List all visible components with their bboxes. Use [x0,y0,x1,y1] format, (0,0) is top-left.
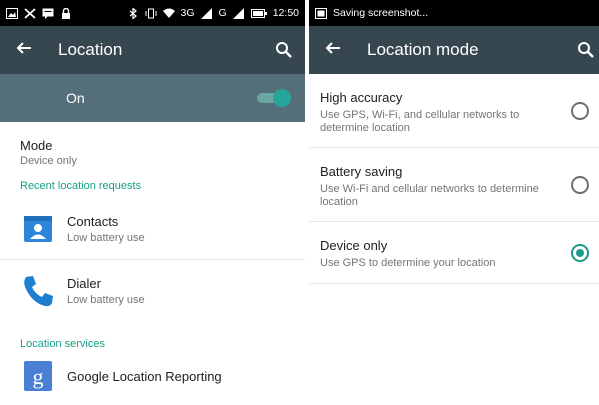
back-button[interactable] [309,40,357,61]
status-notifications: Saving screenshot... [315,7,428,19]
network-type-label-secondary: G [218,7,227,19]
option-device-only[interactable]: Device only Use GPS to determine your lo… [309,222,599,284]
status-system: 3G G 12:50 [127,7,299,19]
gallery-icon [6,7,18,19]
svg-text:g: g [33,364,44,389]
battery-usage: Low battery use [67,294,145,306]
screenshot-icon [315,7,327,19]
signal-icon [200,7,212,19]
bluetooth-icon [129,7,137,19]
vibrate-icon [145,8,157,18]
status-notifications [6,7,72,19]
radio-button[interactable] [571,102,589,120]
search-icon[interactable] [577,41,595,59]
option-description: Use GPS, Wi-Fi, and cellular networks to… [320,109,520,134]
status-bar: Saving screenshot... [309,0,599,26]
status-time: 12:50 [272,7,299,19]
mode-setting[interactable]: Mode Device only [0,122,305,174]
recent-request-contacts[interactable]: Contacts Low battery use [0,198,305,260]
back-arrow-icon [325,41,340,54]
battery-icon [250,8,267,18]
app-bar: Location mode [309,26,599,74]
battery-usage: Low battery use [67,232,145,244]
network-type-label: 3G [180,7,195,19]
location-services-header: Location services [20,338,105,350]
option-battery-saving[interactable]: Battery saving Use Wi-Fi and cellular ne… [309,148,599,222]
wifi-icon [162,8,175,18]
location-switch[interactable] [257,89,291,107]
lock-icon [62,7,70,19]
app-name: Dialer [67,276,101,291]
status-bar: 3G G 12:50 [0,0,305,26]
service-google-location-reporting[interactable]: g Google Location Reporting [0,356,305,396]
location-settings-screen: 3G G 12:50 Location On Mode Device only … [0,0,305,405]
signal-icon [232,7,244,19]
google-settings-icon: g [20,358,56,394]
recent-requests-header: Recent location requests [20,180,142,192]
mode-value: Device only [20,155,77,167]
contacts-app-icon [20,211,56,247]
search-icon[interactable] [275,41,293,59]
radio-button[interactable] [571,176,589,194]
phone-app-icon [20,273,56,309]
chat-icon [42,8,54,19]
switch-thumb [273,89,291,107]
option-description: Use Wi-Fi and cellular networks to deter… [320,183,539,208]
back-button[interactable] [0,40,48,61]
location-master-toggle[interactable]: On [0,74,305,122]
no-sim-icon [24,7,36,19]
option-description: Use GPS to determine your location [320,257,496,269]
notification-ticker: Saving screenshot... [333,7,429,19]
app-bar: Location [0,26,305,74]
back-arrow-icon [16,41,31,54]
option-title: Battery saving [320,164,403,179]
location-mode-screen: Saving screenshot... Location mode High … [309,0,599,405]
option-title: Device only [320,238,388,253]
toggle-label: On [66,90,85,106]
app-name: Contacts [67,214,119,229]
radio-button-selected[interactable] [571,244,589,262]
option-high-accuracy[interactable]: High accuracy Use GPS, Wi-Fi, and cellul… [309,74,599,148]
page-title: Location [58,40,123,59]
service-name: Google Location Reporting [67,368,222,384]
mode-label: Mode [20,138,53,153]
page-title: Location mode [367,40,479,59]
option-title: High accuracy [320,90,403,105]
row-divider [309,283,599,284]
recent-request-dialer[interactable]: Dialer Low battery use [0,260,305,322]
